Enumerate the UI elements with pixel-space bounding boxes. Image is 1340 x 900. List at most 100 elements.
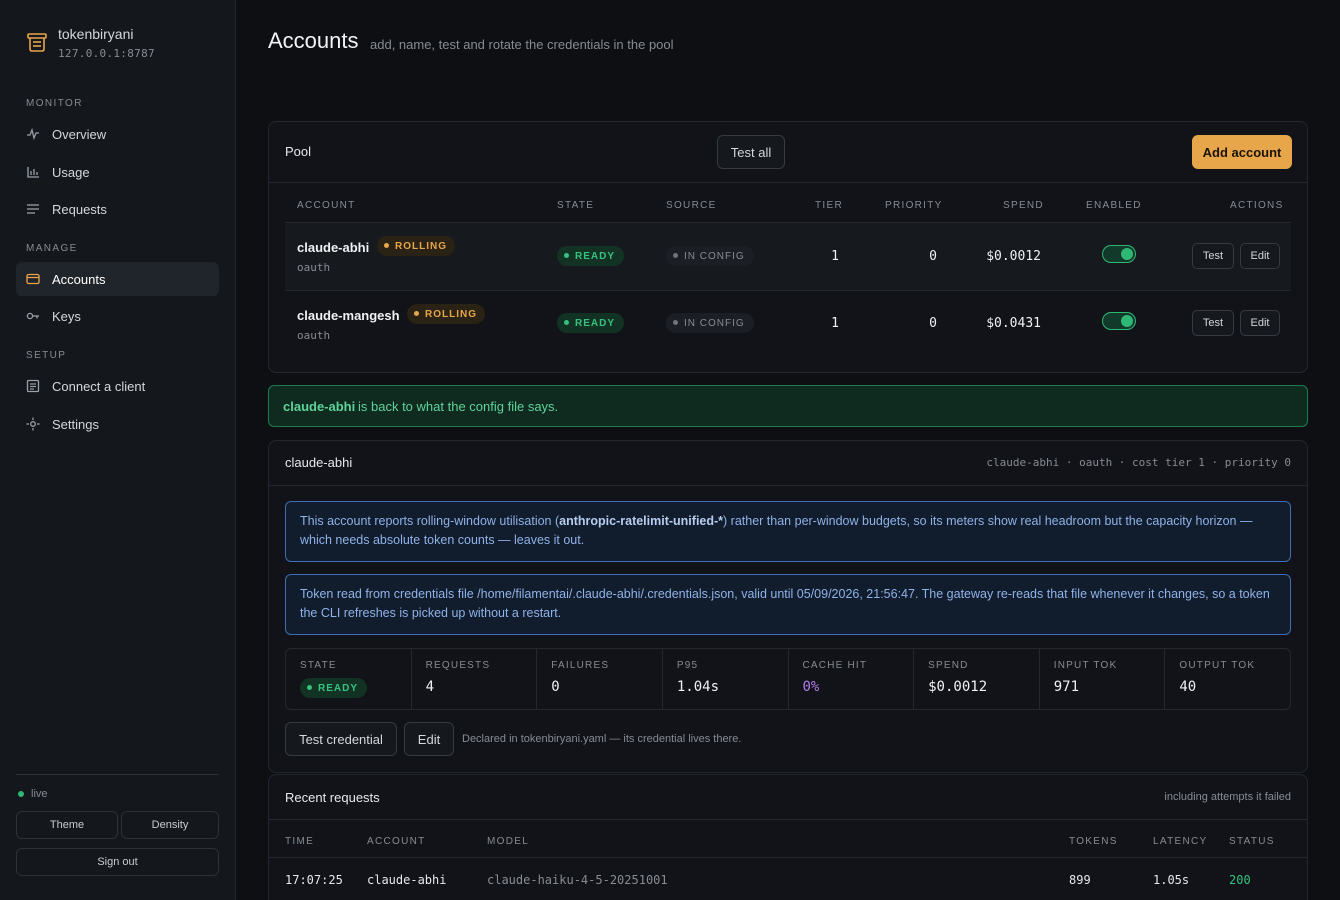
state-badge: READY: [300, 678, 368, 698]
live-status: live: [18, 788, 48, 800]
pool-card: Pool Test all Add account ACCOUNT STATE …: [268, 121, 1308, 373]
sidebar-item-requests[interactable]: Requests: [16, 192, 219, 226]
sidebar-item-usage[interactable]: Usage: [16, 155, 219, 189]
state-badge: READY: [557, 246, 625, 266]
pulse-icon: [26, 127, 40, 141]
sidebar-item-settings[interactable]: Settings: [16, 407, 219, 441]
recent-requests-card: Recent requests including attempts it fa…: [268, 774, 1308, 900]
density-button[interactable]: Density: [121, 811, 219, 839]
enabled-toggle[interactable]: [1102, 245, 1136, 263]
test-button[interactable]: Test: [1192, 243, 1234, 269]
detail-meta: claude-abhi · oauth · cost tier 1 · prio…: [986, 456, 1291, 469]
bar-chart-icon: [26, 165, 40, 179]
source-badge: IN CONFIG: [666, 313, 754, 333]
spend-value: $0.0431: [986, 316, 1041, 331]
info-text: This account reports rolling-window util…: [300, 514, 560, 528]
state-badge: READY: [557, 313, 625, 333]
stat-cache-hit: CACHE HIT 0%: [789, 649, 915, 709]
sidebar-item-label: Requests: [52, 201, 107, 217]
col-latency: LATENCY: [1153, 836, 1208, 847]
rolling-badge: ROLLING: [377, 236, 455, 256]
stat-value: 40: [1179, 679, 1197, 695]
sidebar-item-overview[interactable]: Overview: [16, 117, 219, 151]
stat-value: 0%: [802, 679, 820, 695]
brand: tokenbiryani 127.0.0.1:8787: [26, 26, 155, 60]
sidebar-item-keys[interactable]: Keys: [16, 299, 219, 333]
col-tokens: TOKENS: [1069, 836, 1118, 847]
stat-value: 4: [425, 679, 435, 695]
edit-account-button[interactable]: Edit: [404, 722, 454, 756]
stat-label: FAILURES: [551, 660, 610, 671]
col-priority: PRIORITY: [885, 200, 943, 211]
section-setup: SETUP: [26, 350, 67, 361]
sidebar-item-label: Settings: [52, 416, 99, 432]
recent-header-divider: [269, 857, 1307, 858]
live-label: live: [31, 788, 48, 800]
stat-value: $0.0012: [928, 679, 988, 695]
request-latency: 1.05s: [1153, 873, 1190, 887]
page-subtitle: add, name, test and rotate the credentia…: [370, 37, 674, 52]
test-button[interactable]: Test: [1192, 310, 1234, 336]
recent-title: Recent requests: [285, 790, 380, 805]
sidebar-item-accounts[interactable]: Accounts: [16, 262, 219, 296]
col-model: MODEL: [487, 836, 530, 847]
app-name: tokenbiryani: [58, 26, 134, 42]
detail-divider: [269, 485, 1307, 486]
section-monitor: MONITOR: [26, 98, 83, 109]
notice-account: claude-abhi: [283, 399, 356, 414]
logo-icon: [27, 33, 47, 52]
account-name: claude-mangesh: [297, 308, 400, 323]
stat-failures: FAILURES 0: [537, 649, 663, 709]
gear-icon: [26, 417, 40, 431]
edit-button[interactable]: Edit: [1240, 243, 1280, 269]
sidebar-item-label: Usage: [52, 164, 90, 180]
col-tier: TIER: [815, 200, 843, 211]
col-status: STATUS: [1229, 836, 1275, 847]
sidebar-divider: [16, 774, 219, 775]
stat-state: STATE READY: [286, 649, 412, 709]
stat-label: REQUESTS: [425, 660, 491, 671]
enabled-toggle[interactable]: [1102, 312, 1136, 330]
table-row: [285, 290, 1291, 358]
edit-button[interactable]: Edit: [1240, 310, 1280, 336]
request-tokens: 899: [1069, 873, 1091, 887]
stat-input-tokens: INPUT TOK 971: [1040, 649, 1166, 709]
stat-value: 971: [1053, 679, 1080, 695]
request-status: 200: [1229, 873, 1251, 887]
request-model: claude-haiku-4-5-20251001: [487, 873, 668, 887]
col-spend: SPEND: [1003, 200, 1044, 211]
add-account-button[interactable]: Add account: [1192, 135, 1292, 169]
sign-out-button[interactable]: Sign out: [16, 848, 219, 876]
tier-value: 1: [831, 316, 839, 331]
notice-message: is back to what the config file says.: [358, 399, 559, 414]
test-all-button[interactable]: Test all: [717, 135, 785, 169]
stat-value: 1.04s: [676, 679, 720, 695]
col-actions: ACTIONS: [1230, 200, 1284, 211]
stat-output-tokens: OUTPUT TOK 40: [1165, 649, 1290, 709]
stat-label: P95: [676, 660, 699, 671]
col-account: ACCOUNT: [367, 836, 426, 847]
col-source: SOURCE: [666, 200, 717, 211]
pool-divider: [269, 182, 1307, 183]
stat-requests: REQUESTS 4: [412, 649, 538, 709]
key-icon: [26, 309, 40, 323]
account-kind: oauth: [297, 329, 331, 342]
credential-info-box: Token read from credentials file /home/f…: [285, 574, 1291, 635]
detail-title: claude-abhi: [285, 455, 353, 470]
recent-divider: [269, 819, 1307, 820]
theme-button[interactable]: Theme: [16, 811, 118, 839]
card-icon: [26, 272, 40, 286]
app-host: 127.0.0.1:8787: [58, 47, 155, 60]
recent-hint: including attempts it failed: [1164, 791, 1291, 803]
test-credential-button[interactable]: Test credential: [285, 722, 397, 756]
stat-label: STATE: [300, 660, 337, 671]
spend-value: $0.0012: [986, 249, 1041, 264]
sidebar: tokenbiryani 127.0.0.1:8787 MONITOR Over…: [0, 0, 236, 900]
stat-label: SPEND: [928, 660, 969, 671]
stat-p95: P95 1.04s: [663, 649, 789, 709]
sidebar-item-connect[interactable]: Connect a client: [16, 369, 219, 403]
sidebar-item-label: Overview: [52, 126, 107, 142]
col-account: ACCOUNT: [297, 200, 356, 211]
col-state: STATE: [557, 200, 595, 211]
declared-note: Declared in tokenbiryani.yaml — its cred…: [462, 733, 742, 745]
